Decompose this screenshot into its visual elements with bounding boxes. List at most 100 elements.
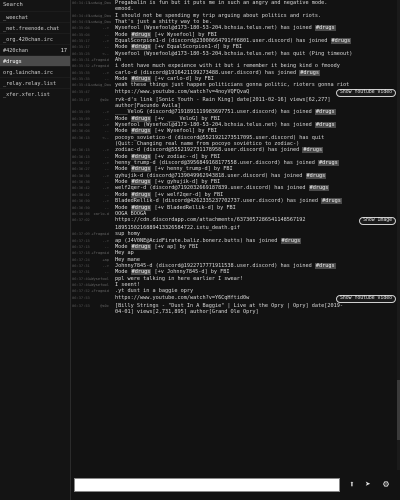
channel-highlight[interactable]: #drugs xyxy=(130,128,152,135)
buffer-item[interactable]: _net.freenode.chat xyxy=(0,22,70,33)
message-part: Mode xyxy=(115,76,131,83)
message-part: Mode xyxy=(115,204,131,211)
message-part: [+v welf2qer-d] by FBI xyxy=(151,191,224,198)
channel-highlight[interactable]: #drugs xyxy=(302,147,324,154)
message-part: Mode xyxy=(115,44,131,51)
channel-highlight[interactable]: #drugs xyxy=(130,166,152,173)
message-part: [+v ap] by FBI xyxy=(151,244,199,251)
message-part: yeah these things just happen politician… xyxy=(115,82,350,89)
buffer-label: _org.420chan.irc xyxy=(3,37,53,43)
chat-line: 06:37:53 Show Youtube video https://www.yo… xyxy=(72,294,396,303)
message-part: Mode xyxy=(115,179,131,186)
message-part: pocoyo_sovietico-d (discord@552192127351… xyxy=(115,134,325,141)
channel-highlight[interactable]: #drugs xyxy=(305,172,327,179)
channel-highlight[interactable]: #drugs xyxy=(280,237,302,244)
channel-highlight[interactable]: #drugs xyxy=(314,25,336,32)
message-part: Wysefool (Wysefool@d173-180-53-204.bchsi… xyxy=(115,50,353,57)
message-part: Pregabalin is fun but it puts me in such… xyxy=(115,0,328,6)
buffer-item[interactable]: org.lainchan.irc xyxy=(0,66,70,77)
channel-highlight[interactable]: #drugs xyxy=(130,204,152,211)
message-part: ____VeloG (discord@7191891119983697751.u… xyxy=(115,109,315,116)
input-bar: ⬆ ➤ ⚙ xyxy=(72,474,398,496)
message-part: Hey mane xyxy=(115,256,140,263)
message-part: [+v Wysefool] by FBI xyxy=(151,31,217,38)
timestamp xyxy=(72,309,89,315)
message-part: Hey ap xyxy=(115,250,134,257)
channel-highlight[interactable]: #drugs xyxy=(330,38,352,45)
upload-icon[interactable]: ⬆ xyxy=(346,479,358,491)
buffer-item[interactable]: _relay.relay.list xyxy=(0,77,70,88)
sidebar: Search _weechat _net.freenode.chat _org.42… xyxy=(0,0,71,500)
message-text: Show Youtube video https://www.youtube.co… xyxy=(111,88,396,97)
message-part: Mode xyxy=(115,269,131,276)
channel-highlight[interactable]: #drugs xyxy=(130,31,152,38)
send-icon[interactable]: ➤ xyxy=(362,479,374,491)
message-part: https://cdn.discordapp.com/attachments/6… xyxy=(115,217,306,224)
channel-highlight[interactable]: #drugs xyxy=(314,263,336,270)
message-part: EqualScorpion1-d (discord@23000664791ff6… xyxy=(115,38,331,45)
channel-highlight[interactable]: #drugs xyxy=(130,44,152,51)
message-part: Mode xyxy=(115,244,131,251)
message-input[interactable] xyxy=(74,478,340,492)
buffer-list: _weechat _net.freenode.chat _org.420chan.i… xyxy=(0,11,70,99)
channel-highlight[interactable]: #drugs xyxy=(314,109,336,116)
message-part: sup homy xyxy=(115,231,140,238)
buffer-label: _relay.relay.list xyxy=(3,81,57,87)
buffer-item[interactable]: #drugs xyxy=(0,55,70,66)
show-media-button[interactable]: Show Image xyxy=(359,217,396,226)
message-part: [+v gyhujik-d] by FBI xyxy=(151,179,221,186)
channel-highlight[interactable]: #drugs xyxy=(318,160,339,167)
message-part: 1895150216889413326584722.ixtu_death.gif xyxy=(115,225,240,232)
message-text: Show Youtube video https://www.youtube.co… xyxy=(111,294,396,303)
message-part: emood. xyxy=(115,6,134,13)
message-part: Mode xyxy=(115,31,131,38)
show-media-button[interactable]: Show Youtube video xyxy=(336,294,396,303)
message-part: [+v zodiac--d] by FBI xyxy=(151,153,221,160)
nick-prefix xyxy=(89,295,111,303)
message-part: I should not be spending my trip arguing… xyxy=(115,12,322,19)
message-part: That's just a shitty way to be. xyxy=(115,19,212,26)
channel-highlight[interactable]: #drugs xyxy=(308,185,330,192)
message-part: 04-01] views[2,731,895] author[Grand Ole… xyxy=(115,309,259,315)
channel-highlight[interactable]: #drugs xyxy=(130,269,152,276)
message-part: OOGA BOOGA xyxy=(115,210,147,217)
channel-highlight[interactable]: #drugs xyxy=(321,198,342,205)
message-part: [+v Wysefool] by FBI xyxy=(151,128,217,135)
channel-highlight[interactable]: #drugs xyxy=(130,191,152,198)
channel-highlight[interactable]: #drugs xyxy=(130,76,152,83)
channel-highlight[interactable]: #drugs xyxy=(130,179,152,186)
buffer-item[interactable]: _weechat xyxy=(0,11,70,22)
message-part: .yt dust in a baggie opry xyxy=(115,288,194,295)
message-part: Mode xyxy=(115,191,131,198)
buffer-item[interactable]: #420chan 17 xyxy=(0,44,70,55)
message-part: [Billy Strings - "Dust In A Baggie" | Li… xyxy=(115,302,343,309)
message-part: author[Facundo Avila] xyxy=(115,103,181,109)
channel-highlight[interactable]: #drugs xyxy=(314,122,336,129)
message-part: https://www.youtube.com/watch?v=Y6CqHfti… xyxy=(115,294,250,301)
chat-line: 06:37:02 Show Image https://cdn.discordapp… xyxy=(72,217,396,226)
channel-highlight[interactable]: #drugs xyxy=(130,115,152,122)
show-media-button[interactable]: Show Youtube video xyxy=(336,88,396,97)
message-part: rvk-d's link [Sonic Youth - Rain King] d… xyxy=(115,96,331,103)
buffer-item[interactable]: _org.420chan.irc xyxy=(0,33,70,44)
message-part: i dont have much expeience with it but i… xyxy=(115,63,340,70)
message-text: 04-01] views[2,731,895] author[Grand Ole… xyxy=(111,309,396,315)
buffer-label: #420chan xyxy=(3,48,28,54)
channel-highlight[interactable]: #drugs xyxy=(130,244,152,251)
message-part: [+v BladedRellik-d] by FBI xyxy=(151,204,236,211)
channel-highlight[interactable]: #drugs xyxy=(130,153,152,160)
message-part: Mode xyxy=(115,166,131,173)
buffer-item[interactable]: _xfer.xfer.list xyxy=(0,88,70,99)
buffer-search[interactable]: Search xyxy=(0,0,70,11)
message-part: [+v Johnny7845-d] by FBI xyxy=(151,269,230,276)
message-part: [+v henny_trump-d] by FBI xyxy=(151,166,233,173)
channel-highlight[interactable]: #drugs xyxy=(299,69,321,76)
message-part: Ah xyxy=(115,57,122,64)
message-part: henny_trump-d (discord@3956849168177558.… xyxy=(115,160,319,167)
message-part: ap (J4V0NE@AcidFirate.baliz.bonerz.butts… xyxy=(115,237,281,244)
message-part: welf2qer-d (discord@7192032669187839.use… xyxy=(115,185,309,192)
gear-icon[interactable]: ⚙ xyxy=(380,479,392,491)
message-part: Wysefool (Wysefool@d173-180-53-204.bchsi… xyxy=(115,122,315,129)
chat-log: 06:34:13Ludwig_DouglasPregabalin is fun … xyxy=(72,0,396,470)
buffer-label: #drugs xyxy=(3,59,22,65)
